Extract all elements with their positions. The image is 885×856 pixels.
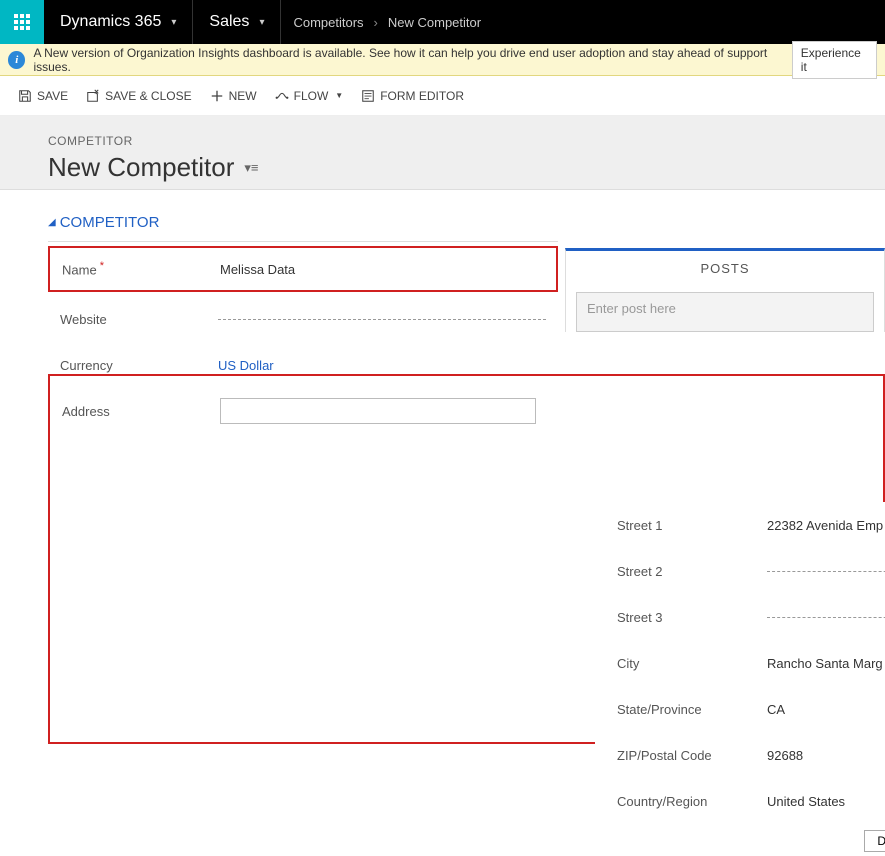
state-label: State/Province [617, 702, 767, 717]
city-value[interactable]: Rancho Santa Marg [767, 656, 885, 671]
city-row[interactable]: City Rancho Santa Marg [595, 640, 885, 686]
chevron-right-icon: › [374, 15, 378, 30]
empty-field-placeholder [218, 319, 546, 320]
chevron-down-icon: ▾ [171, 17, 176, 28]
flyout-footer: Done [595, 824, 885, 856]
street1-row[interactable]: Street 1 22382 Avenida Emp [595, 502, 885, 548]
nav-area-dropdown[interactable]: Sales ▾ [193, 0, 281, 44]
zip-label: ZIP/Postal Code [617, 748, 767, 763]
notification-text: A New version of Organization Insights d… [33, 46, 783, 74]
breadcrumb-parent[interactable]: Competitors [293, 15, 363, 30]
save-close-label: SAVE & CLOSE [105, 89, 191, 103]
notification-bar: i A New version of Organization Insights… [0, 44, 885, 76]
plus-icon [210, 89, 224, 103]
website-label: Website [60, 312, 218, 327]
global-nav: Dynamics 365 ▾ Sales ▾ Competitors › New… [0, 0, 885, 44]
city-label: City [617, 656, 767, 671]
breadcrumb-current: New Competitor [388, 15, 481, 30]
form-body: ◢ COMPETITOR Name * Melissa Data Website… [0, 190, 885, 744]
entity-label: COMPETITOR [48, 134, 885, 148]
name-label: Name * [62, 260, 220, 277]
posts-pane: POSTS Enter post here [565, 248, 885, 332]
page-title: New Competitor [48, 152, 234, 183]
country-label: Country/Region [617, 794, 767, 809]
website-field-row[interactable]: Website [48, 296, 558, 342]
currency-value[interactable]: US Dollar [218, 358, 546, 373]
currency-label: Currency [60, 358, 218, 373]
address-input[interactable] [220, 398, 536, 424]
flow-icon [275, 89, 289, 103]
empty-field-placeholder [767, 617, 885, 618]
street3-label: Street 3 [617, 610, 767, 625]
record-header: COMPETITOR New Competitor ▾≡ [0, 116, 885, 190]
title-menu-icon[interactable]: ▾≡ [244, 160, 258, 176]
save-close-icon [86, 89, 100, 103]
flow-label: FLOW [294, 89, 329, 103]
country-row[interactable]: Country/Region United States [595, 778, 885, 824]
website-value[interactable] [218, 319, 546, 320]
nav-brand-label: Dynamics 365 [60, 13, 161, 31]
command-bar: SAVE SAVE & CLOSE NEW FLOW ▼ FORM EDITOR [0, 76, 885, 116]
save-label: SAVE [37, 89, 68, 103]
street3-row[interactable]: Street 3 [595, 594, 885, 640]
nav-area-label: Sales [209, 13, 249, 31]
street1-value[interactable]: 22382 Avenida Emp [767, 518, 885, 533]
address-highlight-panel: Address Street 1 22382 Avenida Emp Stree… [48, 374, 885, 744]
street2-row[interactable]: Street 2 [595, 548, 885, 594]
zip-value[interactable]: 92688 [767, 748, 885, 763]
country-value[interactable]: United States [767, 794, 885, 809]
address-field-row: Address [62, 388, 883, 434]
posts-input[interactable]: Enter post here [576, 292, 874, 332]
address-label: Address [62, 404, 220, 419]
breadcrumb: Competitors › New Competitor [281, 0, 481, 44]
app-launcher-button[interactable] [0, 0, 44, 44]
section-title: COMPETITOR [60, 214, 160, 231]
save-icon [18, 89, 32, 103]
triangle-down-icon: ◢ [48, 217, 56, 228]
posts-tab[interactable]: POSTS [566, 251, 884, 286]
form-editor-icon [361, 89, 375, 103]
chevron-down-icon: ▾ [259, 17, 264, 28]
name-value[interactable]: Melissa Data [220, 262, 544, 277]
street3-value[interactable] [767, 617, 885, 618]
street1-label: Street 1 [617, 518, 767, 533]
waffle-icon [14, 14, 30, 30]
street2-label: Street 2 [617, 564, 767, 579]
required-marker: * [97, 260, 104, 272]
state-row[interactable]: State/Province CA [595, 686, 885, 732]
section-toggle-competitor[interactable]: ◢ COMPETITOR [48, 214, 885, 231]
empty-field-placeholder [767, 571, 885, 572]
done-button[interactable]: Done [864, 830, 885, 852]
chevron-down-icon: ▼ [335, 91, 343, 100]
street2-value[interactable] [767, 571, 885, 572]
form-left-column: Name * Melissa Data Website Currency US … [48, 241, 558, 388]
new-label: NEW [229, 89, 257, 103]
flow-dropdown[interactable]: FLOW ▼ [275, 89, 344, 103]
info-icon: i [8, 51, 25, 69]
address-flyout: Street 1 22382 Avenida Emp Street 2 Stre… [595, 502, 885, 856]
notification-action-button[interactable]: Experience it [792, 41, 877, 79]
save-close-button[interactable]: SAVE & CLOSE [86, 89, 191, 103]
name-field-row[interactable]: Name * Melissa Data [48, 246, 558, 292]
state-value[interactable]: CA [767, 702, 885, 717]
nav-brand-dropdown[interactable]: Dynamics 365 ▾ [44, 0, 193, 44]
form-editor-button[interactable]: FORM EDITOR [361, 89, 464, 103]
new-button[interactable]: NEW [210, 89, 257, 103]
zip-row[interactable]: ZIP/Postal Code 92688 [595, 732, 885, 778]
save-button[interactable]: SAVE [18, 89, 68, 103]
form-editor-label: FORM EDITOR [380, 89, 464, 103]
